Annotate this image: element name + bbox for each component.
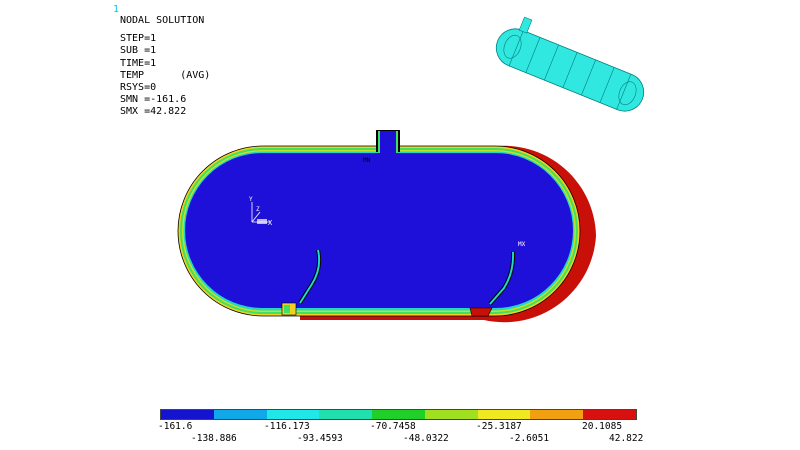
legend-segment <box>530 410 584 419</box>
vessel-preview <box>495 16 645 112</box>
legend-label-bottom: -116.173 <box>264 421 310 432</box>
legend-label-top: 42.822 <box>609 433 644 444</box>
legend-label-top: -138.886 <box>191 433 237 444</box>
legend-label-bottom: -70.7458 <box>370 421 416 432</box>
legend-color-bar <box>160 409 637 420</box>
legend-segment <box>424 410 478 419</box>
legend-label-top: -93.4593 <box>297 433 343 444</box>
legend-label-bottom: 20.1085 <box>582 421 623 432</box>
legend-segment <box>583 410 637 419</box>
legend-label-top: -2.6051 <box>509 433 550 444</box>
vessel-section: MN MX Y Z X <box>177 130 596 323</box>
triad-y-label: Y <box>249 196 253 203</box>
legend-label-top: -48.0322 <box>403 433 449 444</box>
nozzle <box>376 130 400 153</box>
contour-legend: -161.6 -116.173 -70.7458 -25.3187 20.1085 -13… <box>158 409 643 446</box>
legend-segment <box>266 410 320 419</box>
legend-segment <box>319 410 373 419</box>
legend-segment <box>213 410 267 419</box>
legend-segment <box>372 410 425 419</box>
model-view[interactable]: MN MX Y Z X <box>0 0 800 400</box>
triad-z-label: Z <box>256 206 260 213</box>
legend-segment <box>161 410 214 419</box>
legend-labels: -161.6 -116.173 -70.7458 -25.3187 20.1085 -13… <box>158 420 643 446</box>
legend-label-bottom: -161.6 <box>158 421 193 432</box>
vessel-body <box>185 153 573 308</box>
legend-label-bottom: -25.3187 <box>476 421 522 432</box>
preview-nozzle <box>518 16 533 34</box>
legend-segment <box>477 410 531 419</box>
max-marker: MX <box>518 241 526 248</box>
min-marker: MN <box>363 157 371 164</box>
